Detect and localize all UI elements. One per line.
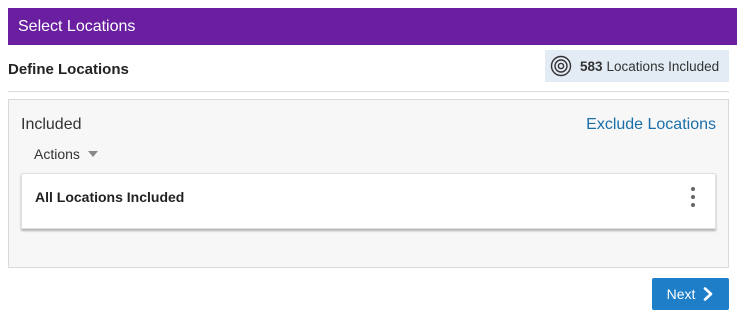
dialog-title-bar: Select Locations [8, 8, 737, 45]
next-button[interactable]: Next [652, 278, 729, 310]
caret-down-icon [87, 151, 98, 157]
target-icon [550, 55, 572, 77]
location-rule-card: All Locations Included [21, 173, 716, 229]
included-panel: Included Exclude Locations Actions All L… [8, 99, 729, 268]
section-title: Define Locations [8, 61, 129, 78]
location-rule-label: All Locations Included [35, 189, 185, 205]
actions-dropdown[interactable]: Actions [34, 146, 98, 162]
dialog-title: Select Locations [18, 18, 136, 35]
chevron-right-icon [702, 287, 714, 301]
locations-count-badge: 583 Locations Included [545, 50, 729, 82]
next-label: Next [666, 286, 696, 302]
locations-count-label: Locations Included [606, 58, 720, 74]
locations-count: 583 [580, 58, 603, 74]
actions-label: Actions [34, 146, 80, 162]
panel-title: Included [21, 116, 82, 133]
divider [8, 91, 729, 92]
exclude-locations-link[interactable]: Exclude Locations [586, 116, 716, 134]
kebab-menu-icon[interactable] [689, 187, 697, 207]
